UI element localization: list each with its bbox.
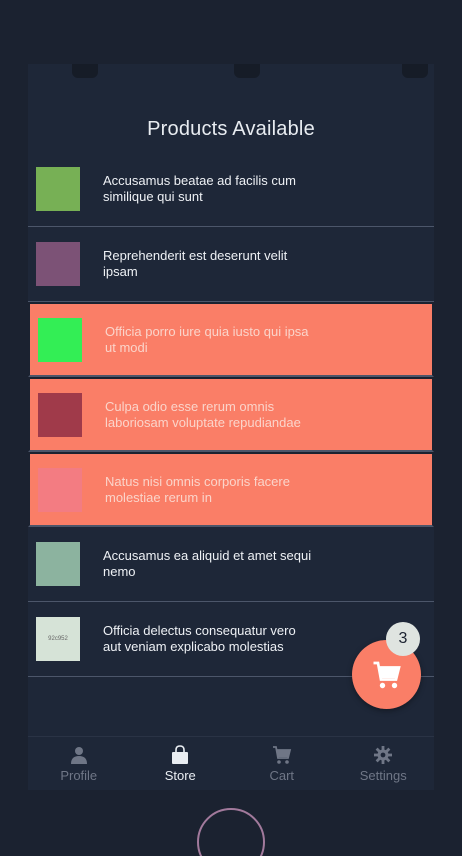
product-name: Natus nisi omnis corporis facere molesti… — [105, 473, 290, 505]
tab-store[interactable]: Store — [130, 737, 232, 790]
home-button[interactable] — [197, 808, 265, 856]
product-list: Accusamus beatae ad facilis cum similiqu… — [28, 152, 434, 677]
product-thumbnail — [38, 392, 82, 437]
tab-settings[interactable]: Settings — [333, 737, 435, 790]
product-thumbnail — [38, 467, 82, 512]
product-thumbnail — [36, 167, 80, 211]
product-name: Officia porro iure quia iusto qui ipsa u… — [105, 323, 309, 355]
thumbnail-caption: 92c952 — [36, 617, 80, 661]
product-thumbnail — [36, 242, 80, 286]
gear-icon — [374, 746, 393, 764]
bag-icon — [172, 745, 189, 764]
product-thumbnail: 92c952 — [36, 617, 80, 661]
device-frame: Products Available Accusamus beatae ad f… — [0, 0, 462, 856]
cart-icon — [272, 746, 291, 764]
product-row[interactable]: Accusamus ea aliquid et amet sequi nemo — [28, 527, 434, 602]
tab-bar: Profile Store Cart Settings — [28, 736, 434, 790]
product-thumbnail — [36, 542, 80, 586]
tab-label: Profile — [60, 768, 98, 783]
product-row[interactable]: Culpa odio esse rerum omnis laboriosam v… — [28, 377, 434, 452]
person-icon — [70, 747, 87, 764]
product-row[interactable]: Accusamus beatae ad facilis cum similiqu… — [28, 152, 434, 227]
tab-label: Settings — [359, 768, 407, 783]
tab-cart[interactable]: Cart — [231, 737, 333, 790]
product-row[interactable]: Officia porro iure quia iusto qui ipsa u… — [28, 302, 434, 377]
page-title: Products Available — [147, 118, 315, 140]
product-row[interactable]: Natus nisi omnis corporis facere molesti… — [28, 452, 434, 527]
product-name: Accusamus beatae ad facilis cum similiqu… — [103, 173, 296, 204]
tab-label: Store — [164, 768, 196, 783]
product-name: Accusamus ea aliquid et amet sequi nemo — [103, 548, 312, 579]
product-thumbnail — [38, 317, 82, 362]
product-name: Reprehenderit est deserunt velit ipsam — [103, 248, 288, 279]
cart-icon — [373, 661, 401, 688]
cart-count-badge: 3 — [386, 622, 420, 656]
tab-profile[interactable]: Profile — [28, 737, 130, 790]
product-name: Culpa odio esse rerum omnis laboriosam v… — [105, 398, 301, 430]
tab-label: Cart — [269, 768, 295, 783]
status-bar — [28, 64, 434, 78]
product-name: Officia delectus consequatur vero aut ve… — [103, 623, 296, 654]
product-row[interactable]: Reprehenderit est deserunt velit ipsam — [28, 227, 434, 302]
